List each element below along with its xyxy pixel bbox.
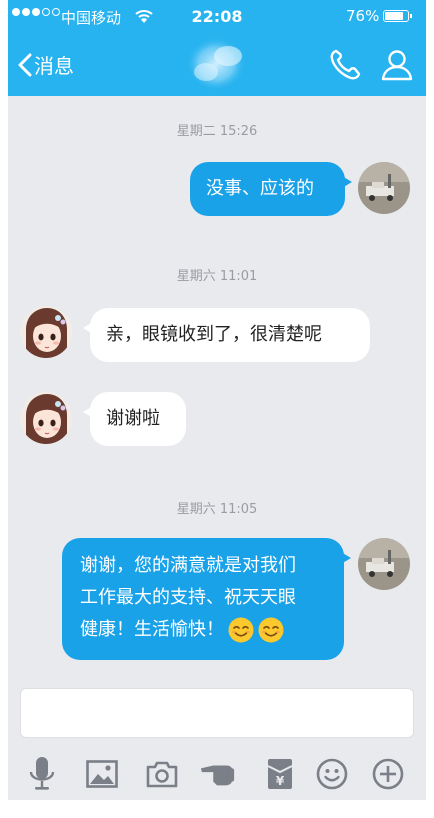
message-text-line: 健康！生活愉快！ xyxy=(80,619,224,640)
smile-emoji-icon xyxy=(258,617,284,643)
back-button[interactable]: 消息 xyxy=(18,50,74,79)
contact-name-blurred xyxy=(178,36,258,94)
message-text-line: 谢谢，您的满意就是对我们 xyxy=(80,555,296,576)
message-input[interactable] xyxy=(20,688,414,738)
incoming-message[interactable]: 谢谢啦 xyxy=(83,392,186,446)
message-text: 亲，眼镜收到了，很清楚呢 xyxy=(106,324,322,345)
svg-text:¥: ¥ xyxy=(276,774,285,788)
user-icon xyxy=(381,50,413,81)
chevron-left-icon xyxy=(18,53,32,76)
image-icon[interactable] xyxy=(84,756,120,792)
contact-avatar[interactable] xyxy=(20,392,72,444)
plus-icon[interactable] xyxy=(370,756,406,792)
my-avatar[interactable] xyxy=(358,538,410,590)
bottom-strip xyxy=(8,800,426,818)
microphone-icon[interactable] xyxy=(24,756,60,792)
chat-toolbar: ¥ xyxy=(8,748,426,798)
phone-call-button[interactable] xyxy=(328,48,362,86)
my-avatar[interactable] xyxy=(358,162,410,214)
phone-icon xyxy=(330,49,361,80)
profile-button[interactable] xyxy=(380,48,414,86)
outgoing-message[interactable]: 谢谢，您的满意就是对我们 工作最大的支持、祝天天眼 健康！生活愉快！ xyxy=(62,538,351,660)
outgoing-message[interactable]: 没事、应该的 xyxy=(190,162,352,216)
message-text-line: 工作最大的支持、祝天天眼 xyxy=(80,587,296,608)
message-timestamp: 星期二 15:26 xyxy=(176,124,258,139)
header-bar: 中国移动 22:08 76% 消息 xyxy=(8,0,426,96)
battery-percentage: 76% xyxy=(346,7,380,25)
incoming-message[interactable]: 亲，眼镜收到了，很清楚呢 xyxy=(83,308,370,362)
emoji-icon[interactable] xyxy=(314,756,350,792)
smile-emoji-icon xyxy=(228,617,254,643)
message-text: 谢谢啦 xyxy=(106,408,160,429)
message-timestamp: 星期六 11:01 xyxy=(176,269,258,284)
battery-icon xyxy=(383,10,412,22)
chat-screen: 中国移动 22:08 76% 消息 星期二 15:26 没事、应该的 星期六 1… xyxy=(8,0,426,818)
camera-icon[interactable] xyxy=(144,756,180,792)
back-label: 消息 xyxy=(34,54,74,78)
red-packet-icon[interactable]: ¥ xyxy=(262,756,298,792)
poke-icon[interactable] xyxy=(200,756,236,792)
message-timestamp: 星期六 11:05 xyxy=(176,502,258,517)
status-bar: 中国移动 22:08 76% xyxy=(8,0,426,32)
message-text: 没事、应该的 xyxy=(206,178,314,199)
contact-avatar[interactable] xyxy=(20,306,72,358)
